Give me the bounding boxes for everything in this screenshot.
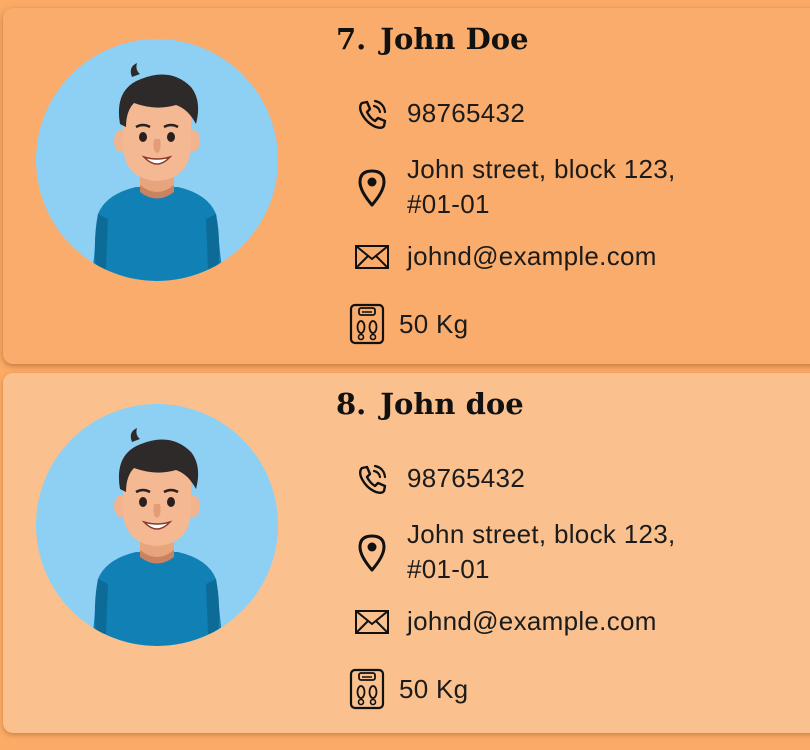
phone-icon [353,98,391,130]
location-pin-icon [353,167,391,207]
phone-row: 98765432 [353,461,525,496]
address-text: John street, block 123, #01-01 [407,519,676,584]
person-name-line: 7. John Doe [336,22,529,56]
person-name-line: 8. John doe [336,387,524,421]
person-name: John Doe [380,22,529,56]
phone-text: 98765432 [407,463,526,493]
avatar [36,404,278,646]
person-card[interactable]: 8. John doe 98765432 John street, block 1… [3,373,810,733]
phone-text: 98765432 [407,98,526,128]
person-index: 8. [336,387,367,421]
weighing-scale-icon [348,303,386,345]
person-index: 7. [336,22,367,56]
email-row: johnd@example.com [353,604,657,639]
address-text: John street, block 123, #01-01 [407,154,676,219]
address-row: John street, block 123, #01-01 [353,517,727,587]
weighing-scale-icon [348,668,386,710]
email-row: johnd@example.com [353,239,657,274]
person-avatar-icon [36,39,278,281]
location-pin-icon [353,532,391,572]
envelope-icon [353,244,391,270]
phone-row: 98765432 [353,96,525,131]
weight-text: 50 Kg [399,673,469,704]
weight-row: 50 Kg [348,668,468,710]
email-text: johnd@example.com [407,606,657,636]
weight-text: 50 Kg [399,308,469,339]
phone-icon [353,463,391,495]
envelope-icon [353,609,391,635]
weight-row: 50 Kg [348,303,468,345]
person-avatar-icon [36,404,278,646]
person-name: John doe [380,387,524,421]
address-row: John street, block 123, #01-01 [353,152,727,222]
avatar [36,39,278,281]
person-card[interactable]: 7. John Doe 98765432 John street, block 1… [3,8,810,364]
email-text: johnd@example.com [407,241,657,271]
